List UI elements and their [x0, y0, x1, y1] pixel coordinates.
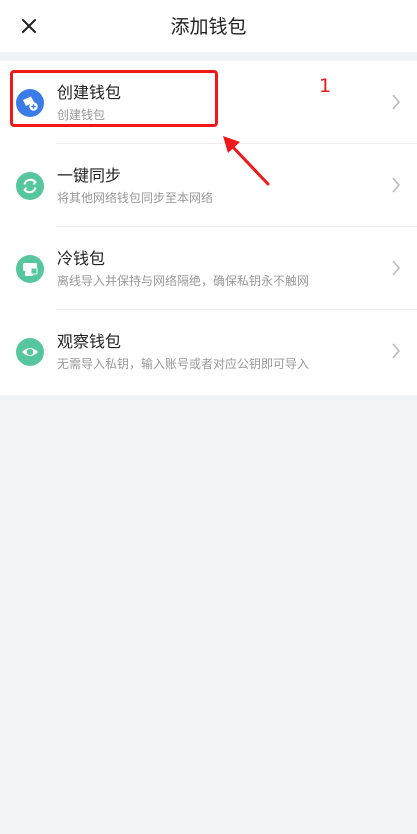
chevron-right-icon: [392, 343, 401, 359]
list-item-sync[interactable]: 一键同步 将其他网络钱包同步至本网络: [0, 144, 417, 227]
sync-icon: [16, 172, 44, 200]
item-subtitle: 将其他网络钱包同步至本网络: [57, 191, 214, 205]
list-item-watch-wallet[interactable]: 观察钱包 无需导入私钥，输入账号或者对应公钥即可导入: [0, 310, 417, 393]
item-title: 观察钱包: [57, 332, 122, 351]
item-subtitle: 离线导入并保持与网络隔绝，确保私钥永不触网: [57, 274, 310, 288]
chevron-right-icon: [392, 260, 401, 276]
eye-icon: [16, 338, 44, 366]
annotation-number: 1: [319, 75, 332, 97]
chevron-right-icon: [392, 177, 401, 193]
highlight-box: [10, 70, 218, 127]
item-title: 一键同步: [57, 166, 122, 185]
chevron-right-icon: [392, 94, 401, 110]
page-title: 添加钱包: [170, 16, 247, 38]
arrow-icon: [223, 136, 270, 186]
item-subtitle: 无需导入私钥，输入账号或者对应公钥即可导入: [57, 357, 310, 371]
item-title: 冷钱包: [57, 249, 106, 268]
list-item-cold-wallet[interactable]: 冷钱包 离线导入并保持与网络隔绝，确保私钥永不触网: [0, 227, 417, 310]
top-bar: 添加钱包: [0, 0, 417, 52]
cold-wallet-icon: [16, 255, 44, 283]
